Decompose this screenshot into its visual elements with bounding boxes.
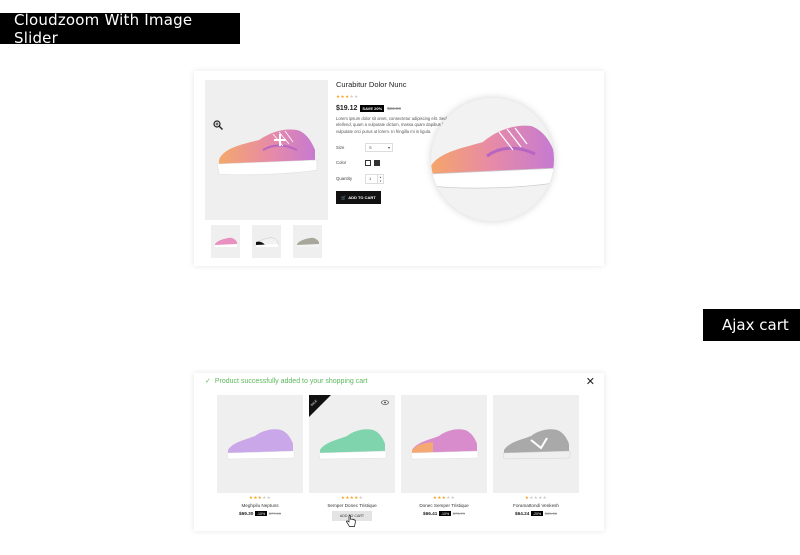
thumbnail-slider (211, 225, 322, 258)
lilac-sneaker-image (226, 429, 295, 460)
product-name[interactable]: Meghpilu Neptuns (241, 503, 278, 508)
product-image[interactable] (493, 395, 579, 493)
quantity-stepper[interactable]: 1 ▴ ▾ (365, 173, 384, 184)
cart-icon: 🛒 (341, 194, 347, 200)
product-price: $69.30 (239, 511, 254, 516)
page: Cloudzoom With Image Slider Ajax cart Cu… (0, 0, 800, 555)
product-list: ★★★★★ Meghpilu Neptuns $69.30 -10% $77.0… (217, 395, 579, 521)
list-item[interactable]: SALE ★★★★★ Semper Donec Tristique ADD TO… (309, 395, 395, 521)
zoom-crosshair-icon (274, 134, 286, 146)
product-rating: ★★★★★ (524, 495, 548, 500)
chevron-down-icon: ▾ (387, 144, 390, 150)
quantity-label: Quantity (336, 176, 353, 182)
size-select[interactable]: S ▾ (365, 142, 393, 152)
discount-badge: -10% (255, 511, 267, 516)
list-item[interactable]: ★★★★★ Donec Semper Tristique $66.41 -10%… (401, 395, 487, 521)
eye-icon[interactable] (381, 400, 389, 405)
product-price-row: $64.24 -20% $80.30 (515, 511, 557, 516)
grey-sneaker-image (502, 429, 571, 460)
hand-cursor-icon (346, 515, 356, 527)
ajax-cart-panel: ✓ Product successfully added to your sho… (194, 373, 604, 531)
product-price: $64.24 (515, 511, 530, 516)
check-icon: ✓ (205, 378, 211, 385)
size-label: Size (336, 144, 345, 150)
product-old-price: $73.79 (452, 511, 465, 516)
product-name[interactable]: Foramattondi Venkesh (513, 503, 559, 508)
discount-badge: -20% (531, 511, 543, 516)
pink-sneaker-thumb-image (214, 237, 237, 247)
product-image[interactable] (401, 395, 487, 493)
product-rating: ★★★★★ (340, 495, 364, 500)
product-price: $66.41 (423, 511, 438, 516)
color-label: Color (336, 160, 347, 166)
section-label-cloudzoom: Cloudzoom With Image Slider (0, 11, 240, 47)
section-label-ajax-cart: Ajax cart (703, 309, 800, 341)
old-price: $23.90 (387, 106, 401, 111)
main-product-image[interactable] (205, 80, 328, 220)
zoomed-sneaker-image (431, 125, 554, 189)
product-rating: ★★★★★ (248, 495, 272, 500)
add-to-cart-label: ADD TO CART (348, 194, 376, 200)
product-price-row: $66.41 -10% $73.79 (423, 511, 465, 516)
mint-sneaker-image (318, 429, 387, 460)
grey-sneaker-thumb-image (296, 237, 319, 247)
success-text: Product successfully added to your shopp… (214, 377, 368, 385)
product-price-row: $69.30 -10% $77.00 (239, 511, 281, 516)
discount-badge: -10% (439, 511, 451, 516)
chevron-down-icon[interactable]: ▾ (380, 179, 382, 183)
product-old-price: $77.00 (268, 511, 281, 516)
pink-sneaker-image (410, 429, 479, 460)
list-item[interactable]: ★★★★★ Meghpilu Neptuns $69.30 -10% $77.0… (217, 395, 303, 521)
close-icon[interactable]: ✕ (586, 377, 595, 388)
product-image[interactable]: SALE (309, 395, 395, 493)
thumbnail-grey-sneaker[interactable] (293, 225, 322, 258)
thumbnail-black-sneaker[interactable] (252, 225, 281, 258)
save-badge: SAVE 20% (360, 105, 385, 112)
quantity-arrows[interactable]: ▴ ▾ (377, 174, 383, 183)
black-sneaker-thumb-image (255, 237, 278, 247)
color-swatch-black[interactable] (374, 159, 380, 166)
rating-stars: ★★★★★ (336, 94, 359, 99)
product-rating: ★★★★★ (432, 495, 456, 500)
product-name[interactable]: Donec Semper Tristique (419, 503, 468, 508)
product-name[interactable]: Semper Donec Tristique (327, 503, 376, 508)
zoom-in-icon[interactable] (213, 120, 223, 130)
sale-ribbon-label: SALE (309, 398, 318, 408)
color-swatch-white[interactable] (365, 159, 371, 166)
quantity-value: 1 (369, 176, 372, 182)
success-message: ✓ Product successfully added to your sho… (205, 377, 368, 386)
product-title: Curabitur Dolor Nunc (336, 80, 407, 89)
product-old-price: $80.30 (544, 511, 557, 516)
zoom-magnifier-lens (431, 98, 554, 221)
sale-ribbon: SALE (309, 395, 331, 417)
add-to-cart-button[interactable]: 🛒 ADD TO CART (336, 190, 381, 204)
size-value: S (369, 144, 372, 150)
sneaker-image (216, 129, 318, 176)
current-price: $19.12 (336, 105, 358, 112)
product-image[interactable] (217, 395, 303, 493)
list-item[interactable]: ★★★★★ Foramattondi Venkesh $64.24 -20% $… (493, 395, 579, 521)
thumbnail-pink-sneaker[interactable] (211, 225, 240, 258)
